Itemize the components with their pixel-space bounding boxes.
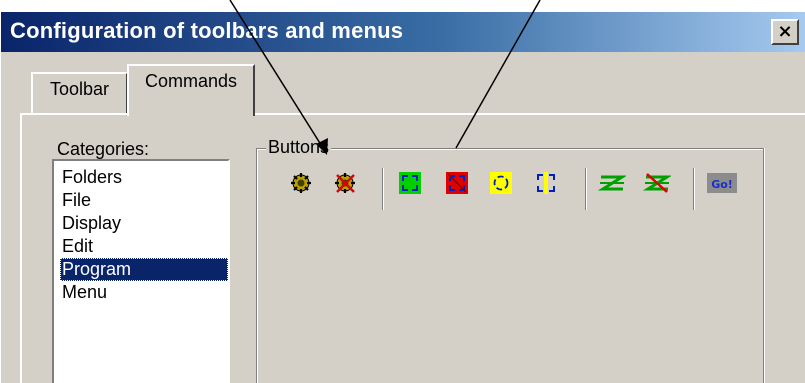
gear-delete-icon[interactable] [334, 172, 356, 194]
window-title: Configuration of toolbars and menus [10, 18, 404, 43]
close-icon: × [777, 21, 793, 42]
toolbar-separator [693, 168, 695, 210]
tab-toolbar[interactable]: Toolbar [31, 72, 128, 114]
go-label: Go! [711, 178, 733, 191]
toolbar-separator [382, 168, 384, 210]
green-z-icon[interactable] [598, 172, 626, 194]
go-icon[interactable]: Go! [707, 172, 737, 194]
red-arrows-icon[interactable] [446, 172, 468, 194]
yellow-circle-arrows-icon[interactable] [490, 172, 512, 194]
categories-label: Categories: [57, 139, 150, 159]
green-arrows-icon[interactable] [399, 172, 421, 194]
gear-icon[interactable] [290, 172, 312, 194]
title-bar[interactable]: Configuration of toolbars and menus × [1, 12, 805, 52]
list-item-menu[interactable]: Menu [60, 281, 228, 304]
list-item-edit[interactable]: Edit [60, 235, 228, 258]
tab-commands-label: Commands [144, 71, 238, 91]
list-item-folders[interactable]: Folders [60, 166, 228, 189]
buttons-group-title: Buttons [266, 137, 332, 158]
list-item-program[interactable]: Program [60, 258, 228, 281]
toolbar-separator [585, 168, 587, 210]
tab-commands[interactable]: Commands [127, 64, 255, 116]
close-button[interactable]: × [771, 19, 799, 45]
list-item-file[interactable]: File [60, 189, 228, 212]
blue-arrows-icon[interactable] [535, 172, 557, 194]
categories-listbox[interactable]: Folders File Display Edit Program Menu [52, 159, 230, 383]
list-item-display[interactable]: Display [60, 212, 228, 235]
green-z-strike-icon[interactable] [643, 172, 671, 194]
tab-toolbar-label: Toolbar [49, 79, 110, 99]
